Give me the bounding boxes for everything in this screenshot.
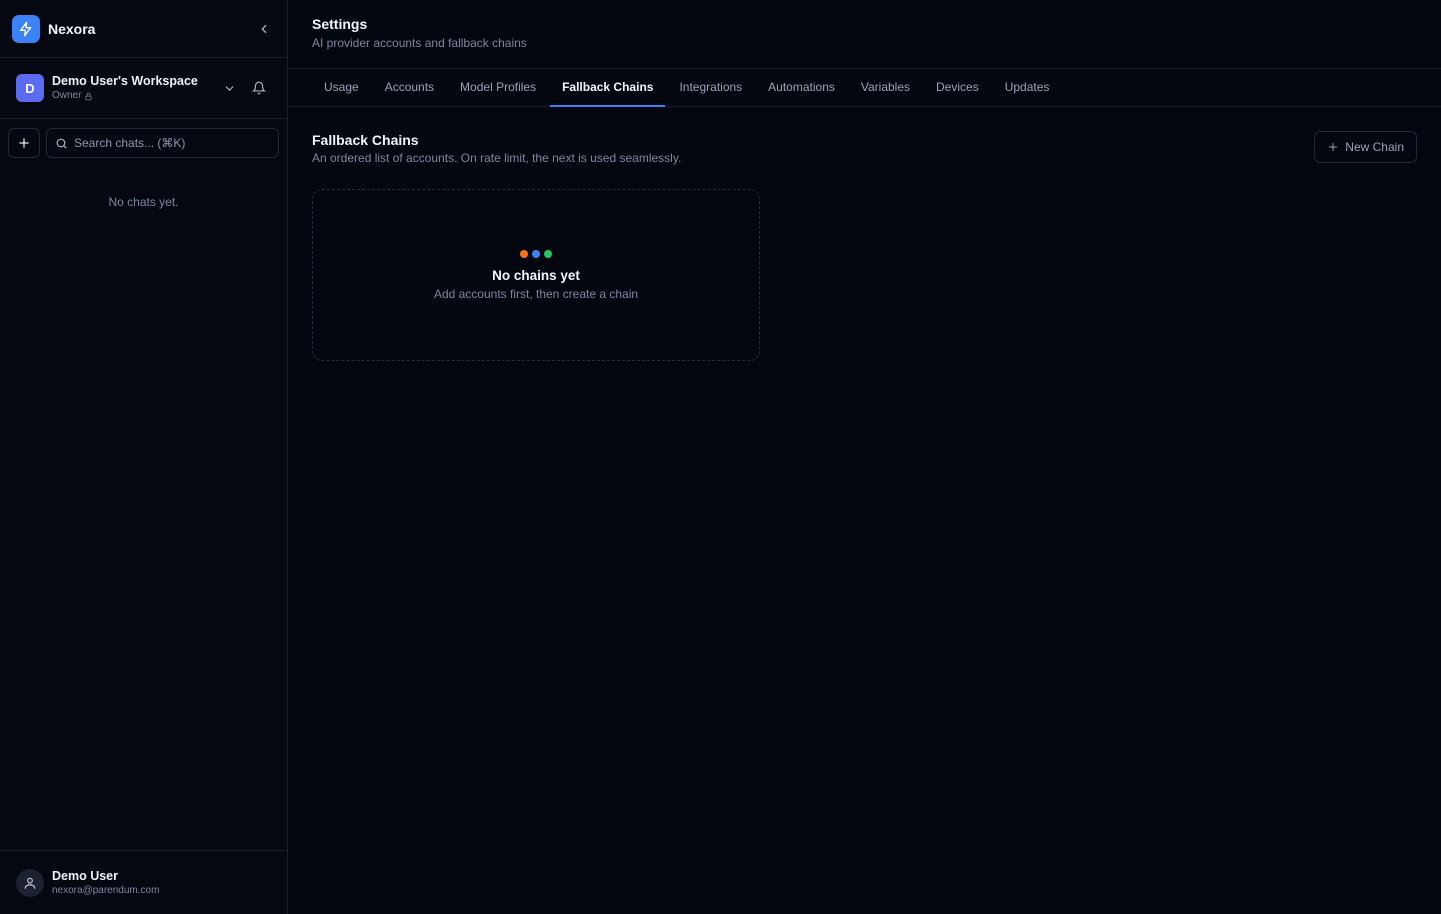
fallback-chains-section: Fallback Chains An ordered list of accou… — [288, 107, 1441, 385]
status-dots — [520, 249, 552, 258]
tab-accounts[interactable]: Accounts — [373, 69, 446, 107]
empty-state-subtitle: Add accounts first, then create a chain — [433, 286, 639, 301]
section-text: Fallback Chains An ordered list of accou… — [312, 131, 1314, 165]
collapse-sidebar-button[interactable] — [253, 18, 275, 40]
user-name: Demo User — [52, 868, 118, 883]
bell-icon — [252, 81, 266, 95]
empty-chains-card: No chains yet Add accounts first, then c… — [312, 189, 760, 361]
tab-usage[interactable]: Usage — [312, 69, 371, 107]
page-subtitle: AI provider accounts and fallback chains — [312, 36, 527, 50]
section-title: Fallback Chains — [312, 132, 419, 148]
new-chain-label: New Chain — [1345, 140, 1404, 154]
empty-chats-text: No chats yet. — [108, 195, 179, 209]
dot-icon — [544, 249, 552, 258]
tab-devices[interactable]: Devices — [924, 69, 991, 107]
workspace-info: Demo User's Workspace Owner — [52, 73, 211, 103]
app-shell: Nexora D Demo User's Workspace Owner Sea… — [0, 0, 1441, 914]
workspace-role: Owner — [52, 90, 82, 101]
tab-variables[interactable]: Variables — [849, 69, 922, 107]
tab-automations[interactable]: Automations — [756, 69, 847, 107]
empty-state-title: No chains yet — [492, 267, 580, 283]
dot-icon — [532, 249, 540, 258]
notifications-button[interactable] — [247, 76, 271, 100]
section-header: Fallback Chains An ordered list of accou… — [312, 131, 1417, 165]
plus-icon — [19, 138, 29, 148]
workspace-name: Demo User's Workspace — [52, 74, 198, 88]
plus-icon — [1329, 143, 1338, 151]
user-info: Demo User nexora@parendum.com — [52, 868, 159, 898]
tab-updates[interactable]: Updates — [993, 69, 1062, 107]
page-header: Settings AI provider accounts and fallba… — [288, 0, 1441, 69]
dot-icon — [520, 249, 528, 258]
user-menu[interactable]: Demo User nexora@parendum.com — [0, 850, 287, 914]
brand-header: Nexora — [0, 0, 287, 58]
search-box[interactable] — [46, 128, 279, 158]
search-icon — [56, 138, 67, 148]
section-subtitle: An ordered list of accounts. On rate lim… — [312, 151, 682, 165]
main-panel: Settings AI provider accounts and fallba… — [288, 0, 1441, 914]
user-icon — [24, 877, 36, 889]
workspace-role-row: Owner — [52, 89, 211, 103]
user-avatar — [16, 868, 44, 897]
tab-model-profiles[interactable]: Model Profiles — [448, 69, 548, 107]
sidebar: Nexora D Demo User's Workspace Owner Sea… — [0, 0, 288, 914]
new-chat-button[interactable] — [8, 128, 40, 158]
chevron-down-icon — [225, 85, 233, 91]
tab-integrations[interactable]: Integrations — [667, 69, 754, 107]
search-row — [0, 119, 287, 167]
new-chain-button[interactable]: New Chain — [1314, 131, 1417, 163]
workspace-switcher[interactable]: D Demo User's Workspace Owner — [0, 58, 287, 119]
lock-icon — [85, 92, 92, 100]
user-email: nexora@parendum.com — [52, 884, 160, 896]
tab-fallback-chains[interactable]: Fallback Chains — [550, 69, 666, 107]
page-title: Settings — [312, 16, 368, 32]
lightning-icon — [12, 14, 40, 43]
chevron-left-icon — [261, 24, 267, 33]
app-name: Nexora — [48, 20, 96, 37]
workspace-dropdown-button[interactable] — [217, 76, 241, 100]
settings-tabs: Usage Accounts Model Profiles Fallback C… — [288, 69, 1441, 107]
search-input[interactable] — [74, 136, 270, 150]
workspace-avatar: D — [16, 74, 44, 102]
